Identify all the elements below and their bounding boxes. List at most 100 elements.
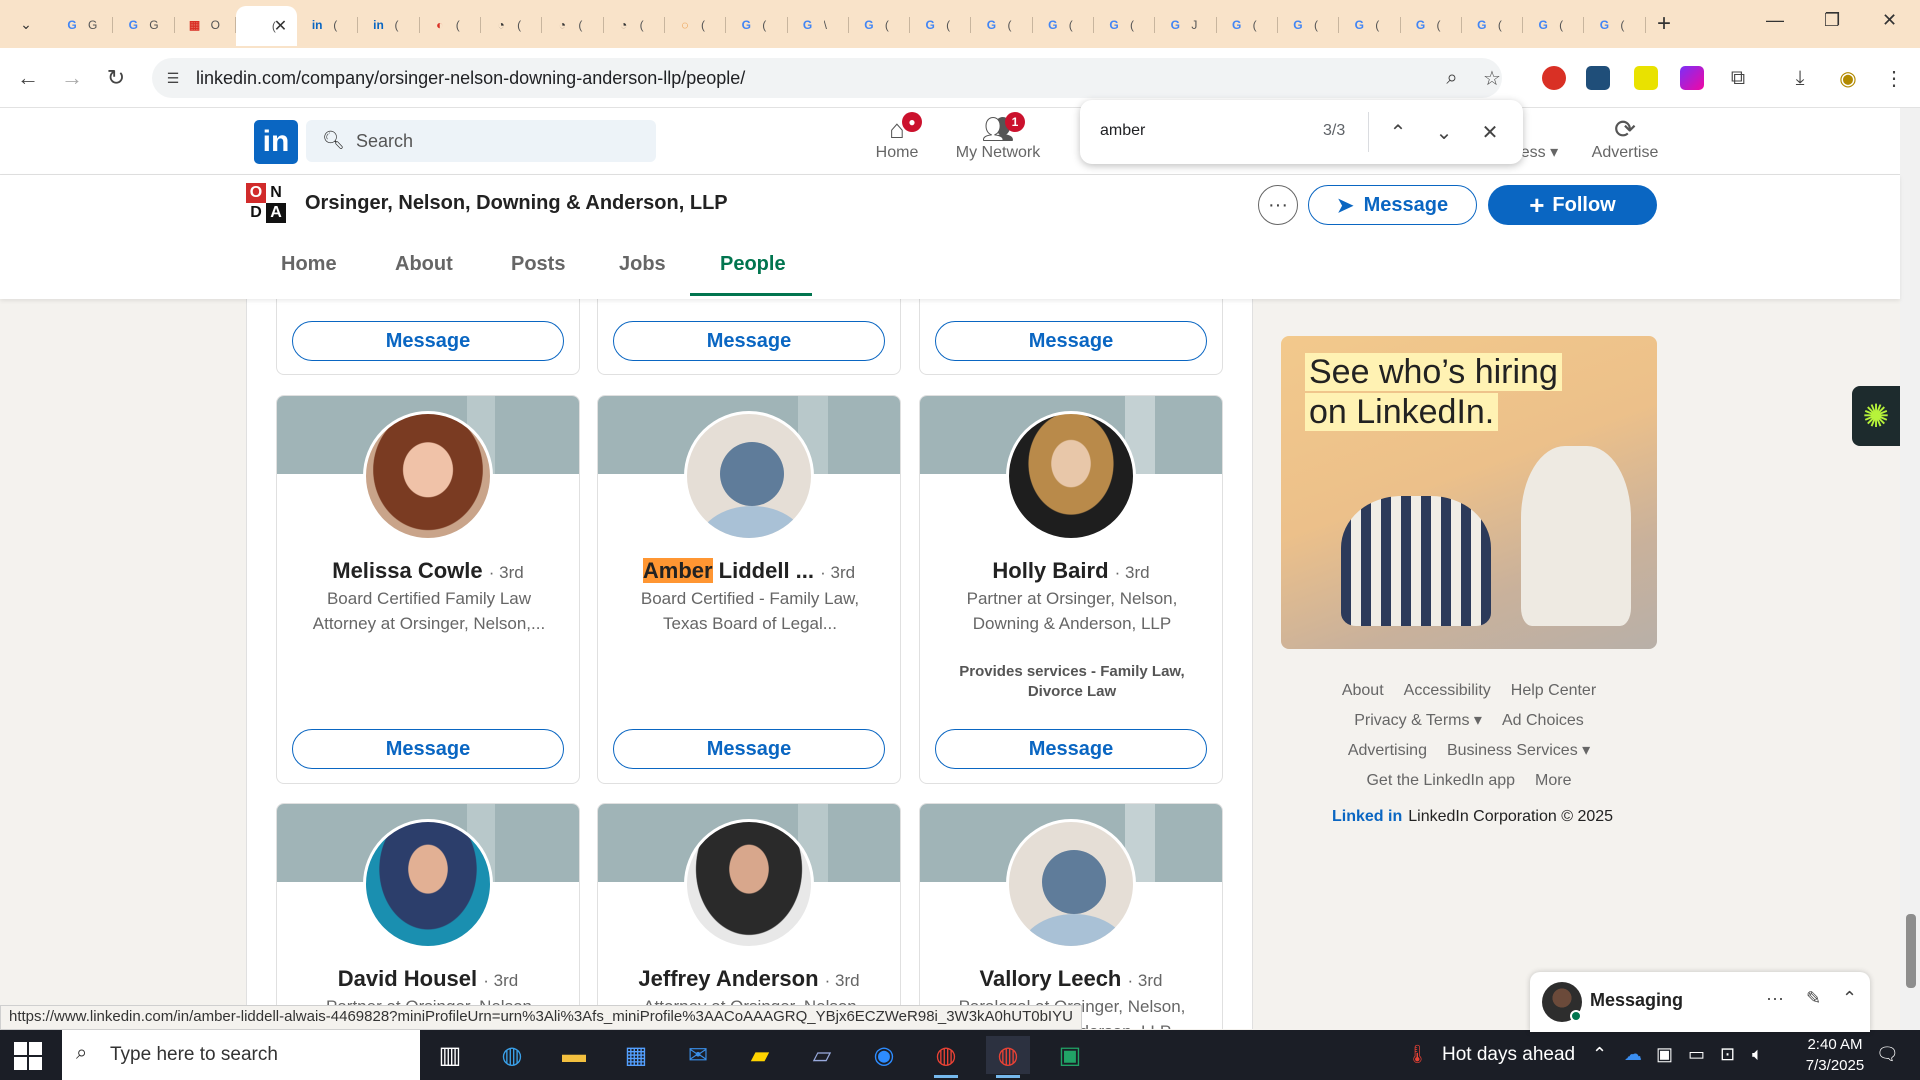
footer-link-advertising[interactable]: Advertising [1348,742,1427,759]
extensions-puzzle-icon[interactable]: ⧉ [1724,64,1752,92]
extension-sun-icon[interactable] [1634,66,1658,90]
search-input[interactable] [356,130,636,152]
footer-link-ad-choices[interactable]: Ad Choices [1502,712,1584,729]
person-card-vallory-leech[interactable]: Vallory Leech · 3rd Paralegal at Orsinge… [919,803,1223,1029]
footer-link-accessibility[interactable]: Accessibility [1404,682,1491,699]
message-button[interactable]: Message [935,321,1207,361]
side-extension-widget-icon[interactable]: ✺ [1852,386,1900,446]
browser-tab[interactable]: GG [113,8,175,42]
browser-tab[interactable]: G( [726,8,788,42]
browser-tab[interactable]: GJ [1155,8,1217,42]
mail-icon[interactable]: ✉ [676,1036,720,1074]
task-view-icon[interactable]: ▥ [428,1036,472,1074]
linkedin-logo[interactable]: in [254,120,298,164]
browser-tab[interactable]: ◔( [481,8,543,42]
menu-kebab-icon[interactable]: ⋮ [1880,64,1908,92]
more-options-button[interactable]: ··· [1258,185,1298,225]
chevron-up-icon[interactable]: ⌃ [1842,988,1857,1009]
browser-tab[interactable]: (✕ [235,6,298,46]
address-bar[interactable]: ☰ linkedin.com/company/orsinger-nelson-d… [152,58,1502,98]
onedrive-icon[interactable]: ☁ [1624,1044,1642,1065]
browser-tab[interactable]: ◔( [604,8,665,42]
footer-link-get-app[interactable]: Get the LinkedIn app [1366,772,1515,789]
follow-button[interactable]: + Follow [1488,185,1657,225]
name-text[interactable]: Jeffrey Anderson [638,966,818,991]
extension-pokeball-icon[interactable] [1542,66,1566,90]
reload-icon[interactable]: ↻ [102,64,130,92]
browser-tab[interactable]: in ( [297,8,359,42]
browser-tab[interactable]: ◔( [542,8,604,42]
scrollbar-thumb[interactable] [1906,914,1916,988]
browser-tab[interactable]: in ( [358,8,420,42]
find-input[interactable]: amber [1100,122,1145,140]
notifications-icon[interactable]: 🗨︎ [1876,1044,1899,1065]
avatar[interactable] [363,411,493,541]
name-text[interactable]: Liddell ... [713,558,814,583]
weather-thermometer-icon[interactable]: 🌡︎ [1406,1044,1429,1065]
browser-tab[interactable]: ◌( [665,8,727,42]
back-icon[interactable]: ← [14,64,42,92]
person-card-david-housel[interactable]: David Housel · 3rd Partner at Orsinger, … [276,803,580,1029]
browser-tab[interactable]: G( [1401,8,1462,42]
person-name[interactable]: David Housel · 3rd [277,966,579,992]
message-button[interactable]: Message [292,321,564,361]
page-search-icon[interactable]: ⌕ [1438,64,1466,92]
chrome-active-icon[interactable]: ◍ [986,1036,1030,1078]
global-search[interactable]: 🔍︎ [306,120,656,162]
footer-link-more[interactable]: More [1535,772,1571,789]
name-text[interactable]: David Housel [338,966,477,991]
close-window-icon[interactable]: ✕ [1882,10,1897,31]
message-button[interactable]: Message [613,321,885,361]
name-text[interactable]: Holly Baird [992,558,1108,583]
company-logo[interactable]: O N D A [246,183,286,223]
extension-icon[interactable] [1586,66,1610,90]
footer-link-privacy-terms[interactable]: Privacy & Terms ▾ [1354,712,1482,729]
name-text[interactable]: Vallory Leech [980,966,1122,991]
windows-start-icon[interactable] [14,1042,42,1070]
browser-tab[interactable]: G( [1094,8,1156,42]
tab-posts[interactable]: Posts [511,253,565,276]
footer-link-help-center[interactable]: Help Center [1511,682,1596,699]
message-button[interactable]: Message [613,729,885,769]
network-icon[interactable]: ⊡ [1720,1044,1735,1065]
site-info-icon[interactable]: ☰ [162,67,184,89]
browser-tab[interactable]: ◐( [420,8,482,42]
compose-icon[interactable]: ✎ [1806,988,1821,1009]
excel-icon[interactable]: ▣ [1048,1036,1092,1074]
close-tab-icon[interactable]: ✕ [274,16,287,36]
browser-tab[interactable]: G( [1584,8,1646,42]
page-scrollbar[interactable] [1900,108,1920,1032]
company-name[interactable]: Orsinger, Nelson, Downing & Anderson, LL… [305,192,728,215]
browser-tab[interactable]: GG [52,8,114,42]
taskbar-search[interactable]: ⌕ Type here to search [62,1030,420,1080]
nav-home[interactable]: ⌂ ● Home [842,112,952,172]
browser-tab[interactable]: G( [849,8,911,42]
messaging-overlay[interactable]: Messaging ··· ✎ ⌃ [1530,972,1870,1032]
nav-advertise[interactable]: ⟳ Advertise [1570,114,1680,172]
new-tab-icon[interactable]: + [1650,10,1678,38]
browser-tab[interactable]: G( [910,8,972,42]
find-close-icon[interactable]: ✕ [1476,118,1504,146]
company-message-button[interactable]: ➤ Message [1308,185,1477,225]
browser-tab[interactable]: G( [1339,8,1401,42]
find-previous-icon[interactable]: ⌃ [1384,118,1412,146]
weather-text[interactable]: Hot days ahead [1442,1044,1575,1066]
name-text[interactable]: Melissa Cowle [332,558,482,583]
avatar-placeholder[interactable] [1006,819,1136,949]
messaging-title[interactable]: Messaging [1590,990,1683,1011]
browser-tab[interactable]: ▦ O [175,8,236,42]
tab-jobs[interactable]: Jobs [619,253,666,276]
browser-tab[interactable]: G( [1523,8,1585,42]
file-explorer-icon[interactable]: ▬ [552,1036,596,1074]
sticky-notes-icon[interactable]: ▰ [738,1036,782,1074]
browser-tab[interactable]: G( [1217,8,1278,42]
forward-icon[interactable]: → [58,64,86,92]
tab-people[interactable]: People [720,253,786,276]
meet-icon[interactable]: ▣ [1656,1044,1673,1065]
minimize-icon[interactable]: — [1766,10,1784,31]
chrome-icon[interactable]: ◍ [924,1036,968,1078]
avatar[interactable] [1006,411,1136,541]
browser-tab[interactable]: G( [1033,8,1095,42]
browser-tab[interactable]: G( [1462,8,1524,42]
person-name[interactable]: Melissa Cowle · 3rd [277,558,579,584]
